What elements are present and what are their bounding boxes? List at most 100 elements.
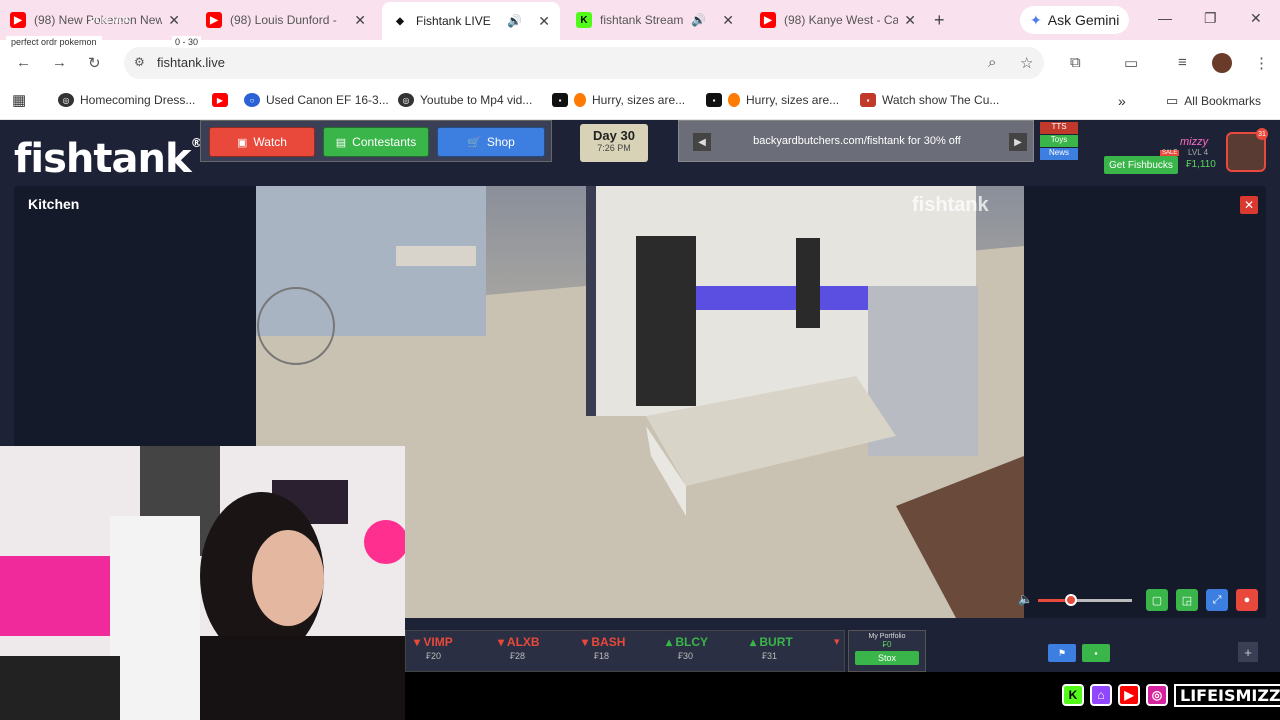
flag-icon[interactable]: ⚑: [1048, 644, 1076, 662]
streamer-face: [252, 530, 324, 626]
day-clock: Day 30 7:26 PM: [580, 124, 648, 162]
record-icon[interactable]: ●: [1236, 589, 1258, 611]
overlay-pokemon-text: POKEMON: [90, 16, 131, 25]
stock-item[interactable]: ▾ ALXB ₣28: [498, 635, 540, 661]
all-bookmarks-label: All Bookmarks: [1184, 94, 1261, 108]
forward-icon[interactable]: →: [52, 54, 67, 71]
toys-tab[interactable]: Toys: [1040, 135, 1078, 147]
tv-icon: ▣: [237, 136, 248, 149]
speaker-icon[interactable]: 🔊: [507, 14, 522, 28]
streamer-shirt: [200, 636, 405, 720]
contestants-button[interactable]: ▤ Contestants: [323, 127, 429, 157]
volume-knob[interactable]: [1064, 594, 1077, 606]
stock-item[interactable]: ▾ VIMP ₣20: [414, 635, 453, 661]
bookmark-label: Youtube to Mp4 vid...: [420, 93, 533, 107]
new-tab-button[interactable]: +: [934, 10, 945, 31]
streamer-handle: LIFEISMIZZY: [1174, 683, 1280, 707]
tab-louis-dunford[interactable]: ▶ (98) Louis Dunford - ✕: [196, 4, 376, 36]
drop-icon[interactable]: ⬩: [1082, 644, 1110, 662]
checkered-rug: [0, 656, 120, 720]
ad-next-icon[interactable]: ▶: [1009, 133, 1027, 151]
stock-item[interactable]: ▴ BURT ₣31: [750, 635, 793, 661]
bookmark-item[interactable]: ▪ Watch show The Cu...: [860, 93, 999, 107]
contestants-label: Contestants: [352, 135, 417, 149]
twitch-icon: ⌂: [1090, 684, 1112, 706]
stock-item[interactable]: ▾ BASH ₣18: [582, 635, 625, 661]
reload-icon[interactable]: ↻: [88, 54, 101, 72]
fishtank-logo[interactable]: fishtank®: [14, 136, 203, 182]
url-text[interactable]: fishtank.live: [157, 55, 225, 70]
omnibox[interactable]: [124, 47, 1044, 79]
add-button[interactable]: +: [1238, 642, 1258, 662]
stock-name: ALXB: [506, 635, 540, 649]
person: [796, 238, 820, 328]
apps-grid-icon[interactable]: ▦: [12, 91, 26, 109]
tab-fishtank-stream[interactable]: K fishtank Stream - 🔊 ✕: [566, 4, 744, 36]
close-icon[interactable]: ✕: [168, 12, 180, 29]
stox-button[interactable]: Stox: [855, 651, 919, 665]
bookmark-favicon-icon: ▪: [860, 93, 876, 107]
volume-slider[interactable]: [1038, 599, 1132, 602]
cast-toggle-icon[interactable]: ◲: [1176, 589, 1198, 611]
get-fishbucks-button[interactable]: Get Fishbucks: [1104, 156, 1178, 174]
window-close-icon[interactable]: ✕: [1250, 10, 1262, 27]
ad-text[interactable]: backyardbutchers.com/fishtank for 30% of…: [679, 135, 1035, 147]
get-fishbucks-label: Get Fishbucks: [1109, 159, 1173, 171]
stock-price: ₣28: [510, 651, 526, 661]
chat-toggle-icon[interactable]: ▢: [1146, 589, 1168, 611]
site-info-icon[interactable]: ⚙: [134, 55, 145, 69]
minimize-icon[interactable]: —: [1158, 10, 1172, 26]
flame-icon: [728, 93, 740, 107]
close-icon[interactable]: ✕: [538, 13, 550, 30]
webcam-scene: [0, 446, 405, 720]
cast-icon[interactable]: ▭: [1124, 54, 1138, 72]
back-icon[interactable]: ←: [16, 54, 31, 71]
tts-tab[interactable]: TTS: [1040, 122, 1078, 134]
fullscreen-icon[interactable]: ⤢: [1206, 589, 1228, 611]
username[interactable]: mizzy: [1180, 136, 1208, 148]
speaker-icon[interactable]: 🔊: [691, 13, 706, 27]
more-bookmarks-icon[interactable]: »: [1118, 93, 1126, 109]
bookmark-item[interactable]: ▶: [212, 93, 234, 107]
stock-down-icon: ▾: [582, 635, 589, 649]
profile-avatar[interactable]: [1212, 53, 1232, 73]
ask-gemini-button[interactable]: ✦ Ask Gemini: [1020, 6, 1130, 34]
bookmark-item[interactable]: ▪ Hurry, sizes are...: [552, 93, 685, 107]
stock-item[interactable]: ▴ BLCY ₣30: [666, 635, 708, 661]
logo-text: fishtank: [14, 136, 192, 182]
news-tab[interactable]: News: [1040, 148, 1078, 160]
shop-button[interactable]: 🛒 Shop: [437, 127, 545, 157]
stock-price: ₣30: [678, 651, 694, 661]
bookmark-item[interactable]: ▪ Hurry, sizes are...: [706, 93, 839, 107]
shop-label: Shop: [486, 135, 515, 149]
zoom-icon[interactable]: ⌕: [988, 54, 996, 71]
watch-button[interactable]: ▣ Watch: [209, 127, 315, 157]
close-icon[interactable]: ✕: [722, 12, 734, 29]
kick-icon: K: [1062, 684, 1084, 706]
close-icon[interactable]: ✕: [904, 12, 916, 29]
overlay-time: 0 - 30: [172, 36, 202, 48]
extensions-icon[interactable]: ⧉: [1070, 54, 1081, 71]
tab-fishtank-live[interactable]: ◆ Fishtank LIVE 🔊 ✕: [382, 2, 560, 40]
watch-label: Watch: [253, 135, 287, 149]
ad-banner[interactable]: ◀ backyardbutchers.com/fishtank for 30% …: [678, 120, 1034, 162]
bookmark-item[interactable]: ○ Used Canon EF 16-3...: [244, 93, 389, 107]
tab-kanye-west[interactable]: ▶ (98) Kanye West - Ca ✕: [750, 4, 926, 36]
bookmark-label: Hurry, sizes are...: [746, 93, 840, 107]
folder-icon: ▭: [1166, 93, 1179, 108]
volume-icon[interactable]: 🔈: [1018, 592, 1033, 606]
portfolio-label: My Portfolio: [868, 633, 906, 640]
menu-icon[interactable]: ⋮: [1254, 54, 1269, 72]
bookmark-item[interactable]: ◎ Homecoming Dress...: [58, 93, 195, 107]
all-bookmarks-button[interactable]: ▭ All Bookmarks: [1166, 93, 1261, 109]
close-icon[interactable]: ✕: [354, 12, 366, 29]
bookmark-star-icon[interactable]: ☆: [1020, 54, 1033, 72]
close-camera-icon[interactable]: ✕: [1240, 196, 1258, 214]
bookmark-item[interactable]: ◎ Youtube to Mp4 vid...: [398, 93, 532, 107]
time-label: 7:26 PM: [597, 143, 631, 153]
restore-icon[interactable]: ❐: [1204, 10, 1217, 27]
media-controls-icon[interactable]: ≡: [1178, 54, 1187, 71]
tab-title: fishtank Stream -: [600, 13, 686, 27]
stock-down-icon: ▾: [498, 635, 505, 649]
side-tabs: TTS Toys News: [1040, 122, 1078, 160]
